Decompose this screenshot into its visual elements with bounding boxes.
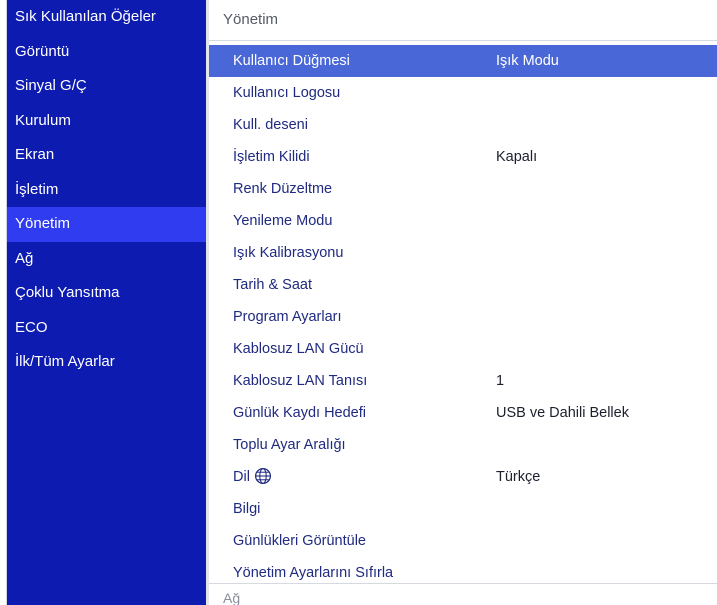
settings-row-wireless-lan-diagnosis[interactable]: Kablosuz LAN Tanısı 1 xyxy=(209,365,717,397)
row-value: 1 xyxy=(496,373,505,389)
settings-row-user-pattern[interactable]: Kull. deseni xyxy=(209,109,717,141)
row-label: Tarih & Saat xyxy=(233,277,312,293)
row-label: Kablosuz LAN Gücü xyxy=(233,341,364,357)
settings-row-wireless-lan-power[interactable]: Kablosuz LAN Gücü xyxy=(209,333,717,365)
row-label: Kullanıcı Logosu xyxy=(233,85,341,101)
main-panel: Yönetim Kullanıcı Düğmesi Işık Modu Kull… xyxy=(209,0,717,605)
next-section-header: Ağ xyxy=(209,583,717,605)
settings-list: Kullanıcı Düğmesi Işık Modu Kullanıcı Lo… xyxy=(209,41,717,589)
row-label: Günlük Kaydı Hedefi xyxy=(233,405,366,421)
row-value: USB ve Dahili Bellek xyxy=(496,405,629,421)
row-label: Bilgi xyxy=(233,501,261,517)
settings-row-date-time[interactable]: Tarih & Saat xyxy=(209,269,717,301)
settings-row-log-destination[interactable]: Günlük Kaydı Hedefi USB ve Dahili Bellek xyxy=(209,397,717,429)
settings-row-view-logs[interactable]: Günlükleri Görüntüle xyxy=(209,525,717,557)
sidebar-item-display[interactable]: Ekran xyxy=(7,138,206,173)
globe-icon xyxy=(254,467,271,485)
row-label: Yenileme Modu xyxy=(233,213,333,229)
settings-row-information[interactable]: Bilgi xyxy=(209,493,717,525)
sidebar-item-initial-all-settings[interactable]: İlk/Tüm Ayarlar xyxy=(7,345,206,380)
row-value: Türkçe xyxy=(496,469,541,485)
settings-row-batch-setup-range[interactable]: Toplu Ayar Aralığı xyxy=(209,429,717,461)
sidebar-item-image[interactable]: Görüntü xyxy=(7,35,206,70)
section-header: Yönetim xyxy=(209,0,717,41)
settings-row-language[interactable]: Dil Türkçe xyxy=(209,461,717,493)
row-value: Işık Modu xyxy=(496,53,559,69)
row-label: Işık Kalibrasyonu xyxy=(233,245,344,261)
row-label: Toplu Ayar Aralığı xyxy=(233,437,346,453)
settings-row-user-button[interactable]: Kullanıcı Düğmesi Işık Modu xyxy=(209,45,717,77)
row-label: Kullanıcı Düğmesi xyxy=(233,53,350,69)
sidebar-item-management[interactable]: Yönetim xyxy=(7,207,206,242)
sidebar-item-network[interactable]: Ağ xyxy=(7,242,206,277)
row-label: Program Ayarları xyxy=(233,309,342,325)
row-label: İşletim Kilidi xyxy=(233,149,310,165)
row-label: Renk Düzeltme xyxy=(233,181,333,197)
settings-row-light-calibration[interactable]: Işık Kalibrasyonu xyxy=(209,237,717,269)
settings-row-refresh-mode[interactable]: Yenileme Modu xyxy=(209,205,717,237)
sidebar-item-operation[interactable]: İşletim xyxy=(7,173,206,208)
sidebar-item-signal-io[interactable]: Sinyal G/Ç xyxy=(7,69,206,104)
sidebar: Sık Kullanılan Öğeler Görüntü Sinyal G/Ç… xyxy=(7,0,206,605)
sidebar-item-favorites[interactable]: Sık Kullanılan Öğeler xyxy=(7,0,206,35)
settings-row-operation-lock[interactable]: İşletim Kilidi Kapalı xyxy=(209,141,717,173)
sidebar-item-multi-projection[interactable]: Çoklu Yansıtma xyxy=(7,276,206,311)
row-label: Dil xyxy=(233,461,272,493)
settings-row-color-calibration[interactable]: Renk Düzeltme xyxy=(209,173,717,205)
settings-row-user-logo[interactable]: Kullanıcı Logosu xyxy=(209,77,717,109)
sidebar-item-eco[interactable]: ECO xyxy=(7,311,206,346)
row-label: Günlükleri Görüntüle xyxy=(233,533,366,549)
sidebar-item-installation[interactable]: Kurulum xyxy=(7,104,206,139)
row-label: Kull. deseni xyxy=(233,117,308,133)
language-label: Dil xyxy=(233,469,250,485)
row-label: Kablosuz LAN Tanısı xyxy=(233,373,368,389)
settings-row-schedule-settings[interactable]: Program Ayarları xyxy=(209,301,717,333)
row-value: Kapalı xyxy=(496,149,538,165)
